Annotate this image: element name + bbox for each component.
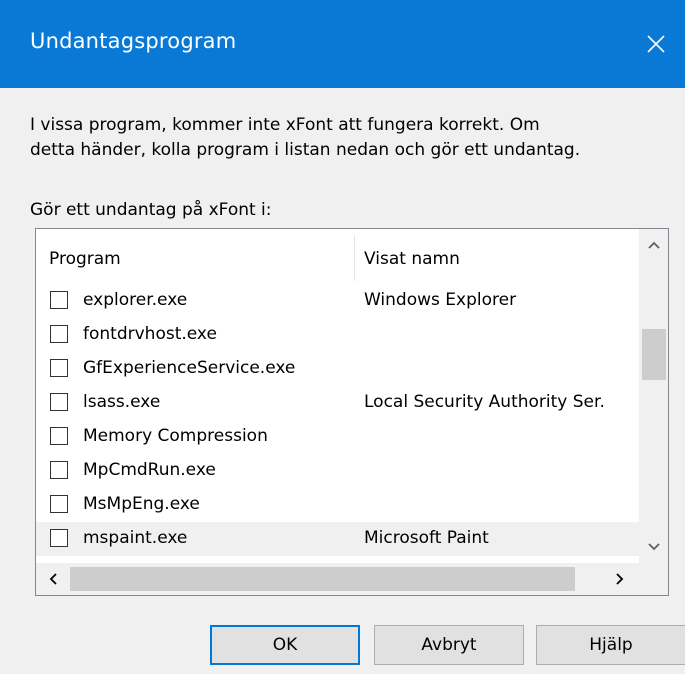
chevron-left-icon <box>49 573 57 585</box>
display-name-cell: Microsoft Paint <box>364 528 489 548</box>
list-row[interactable]: MpCmdRun.exe <box>36 454 639 488</box>
chevron-right-icon <box>616 573 624 585</box>
row-checkbox[interactable] <box>50 529 68 547</box>
list-row-selected[interactable]: mspaint.exe Microsoft Paint <box>36 522 639 556</box>
exception-programs-dialog: Undantagsprogram I vissa program, kommer… <box>0 0 685 674</box>
list-row[interactable]: MsMpEng.exe <box>36 488 639 522</box>
list-row[interactable]: explorer.exe Windows Explorer <box>36 284 639 318</box>
list-row[interactable]: fontdrvhost.exe <box>36 318 639 352</box>
horizontal-scrollbar[interactable] <box>36 563 639 595</box>
row-checkbox[interactable] <box>50 495 68 513</box>
row-checkbox[interactable] <box>50 461 68 479</box>
program-cell: fontdrvhost.exe <box>83 324 217 344</box>
display-name-cell: Local Security Authority Ser. <box>364 392 605 412</box>
column-divider[interactable] <box>354 235 355 281</box>
program-cell: explorer.exe <box>83 290 188 310</box>
info-message: I vissa program, kommer inte xFont att f… <box>30 115 581 160</box>
scroll-down-button[interactable] <box>639 531 668 563</box>
list-label: Gör ett undantag på xFont i: <box>30 200 272 220</box>
program-cell: Memory Compression <box>83 426 268 446</box>
list-row[interactable]: lsass.exe Local Security Authority Ser. <box>36 386 639 420</box>
horizontal-scroll-thumb[interactable] <box>70 567 575 591</box>
list-header: Program Visat namn <box>36 229 639 284</box>
program-cell: lsass.exe <box>83 392 161 412</box>
ok-button[interactable]: OK <box>210 625 360 665</box>
close-button[interactable] <box>627 0 685 88</box>
list-row[interactable]: GfExperienceService.exe <box>36 352 639 386</box>
list-row[interactable]: Memory Compression <box>36 420 639 454</box>
close-icon <box>647 35 665 53</box>
program-cell: GfExperienceService.exe <box>83 358 296 378</box>
row-checkbox[interactable] <box>50 393 68 411</box>
scroll-right-button[interactable] <box>603 563 637 595</box>
column-header-program[interactable]: Program <box>49 249 121 269</box>
title-bar: Undantagsprogram <box>0 0 685 88</box>
row-checkbox[interactable] <box>50 325 68 343</box>
cancel-button[interactable]: Avbryt <box>374 625 524 665</box>
row-checkbox[interactable] <box>50 291 68 309</box>
row-checkbox[interactable] <box>50 427 68 445</box>
scroll-up-button[interactable] <box>639 229 668 261</box>
row-checkbox[interactable] <box>50 359 68 377</box>
window-title: Undantagsprogram <box>30 29 237 53</box>
program-cell: MpCmdRun.exe <box>83 460 216 480</box>
vertical-scrollbar[interactable] <box>639 229 668 563</box>
column-header-display-name[interactable]: Visat namn <box>364 249 460 269</box>
program-cell: MsMpEng.exe <box>83 494 200 514</box>
chevron-up-icon <box>647 241 660 249</box>
display-name-cell: Windows Explorer <box>364 290 517 310</box>
program-cell: mspaint.exe <box>83 528 188 548</box>
program-list[interactable]: Program Visat namn explorer.exe Windows … <box>35 228 669 596</box>
vertical-scroll-thumb[interactable] <box>642 329 666 380</box>
scroll-left-button[interactable] <box>36 563 70 595</box>
chevron-down-icon <box>647 543 660 551</box>
scrollbar-corner <box>639 563 668 595</box>
help-button[interactable]: Hjälp <box>536 625 685 665</box>
